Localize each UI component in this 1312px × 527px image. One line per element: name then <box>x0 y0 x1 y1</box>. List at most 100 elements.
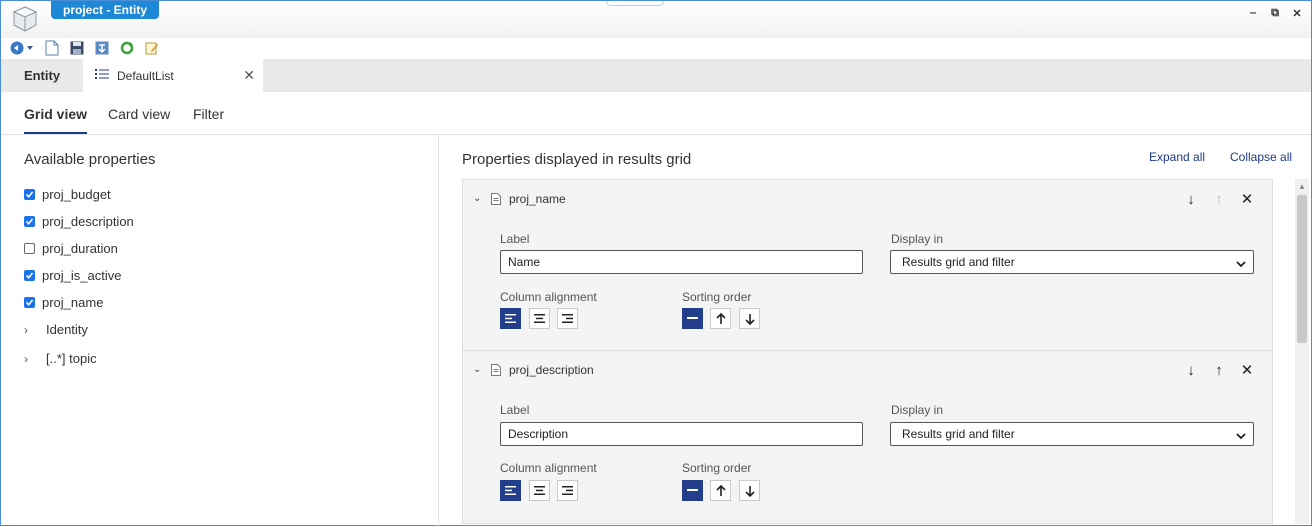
vertical-scrollbar[interactable]: ▲ <box>1295 179 1309 524</box>
property-item[interactable]: proj_name <box>24 293 103 311</box>
property-item[interactable]: proj_duration <box>24 239 118 257</box>
align-left-icon <box>505 486 516 495</box>
save-as-icon[interactable] <box>94 40 110 56</box>
column-alignment-caption: Column alignment <box>500 461 597 475</box>
label-caption: Label <box>500 232 530 246</box>
sort-ascending-button[interactable] <box>710 480 731 501</box>
label-caption: Label <box>500 403 530 417</box>
tree-group-label: Identity <box>46 322 88 337</box>
tab-defaultlist[interactable]: DefaultList ✕ <box>83 59 263 92</box>
move-up-icon[interactable]: ↑ <box>1210 361 1228 379</box>
chevron-right-icon[interactable]: › <box>24 352 46 366</box>
sorting-order-caption: Sorting order <box>682 290 752 304</box>
align-left-button[interactable] <box>500 480 521 501</box>
displayed-properties-title: Properties displayed in results grid <box>462 151 692 168</box>
sort-descending-button[interactable] <box>739 480 760 501</box>
arrow-up-icon <box>715 312 726 324</box>
window-title: project - Entity <box>51 1 160 19</box>
save-icon[interactable] <box>69 40 85 56</box>
align-left-button[interactable] <box>500 308 521 329</box>
display-in-value: Results grid and filter <box>902 255 1015 269</box>
sorting-order-caption: Sorting order <box>682 461 752 475</box>
chevron-down-icon[interactable]: ⌄ <box>473 364 481 375</box>
expand-all-link[interactable]: Expand all <box>1149 150 1205 164</box>
property-item[interactable]: proj_budget <box>24 185 111 203</box>
chevron-down-icon <box>1235 427 1247 449</box>
view-tab-bar: Grid view Card view Filter <box>1 92 1311 135</box>
display-in-caption: Display in <box>891 232 944 246</box>
restore-icon[interactable]: ⧉ <box>1269 7 1281 20</box>
align-center-icon <box>534 314 545 323</box>
document-icon <box>491 193 501 208</box>
sort-descending-button[interactable] <box>739 308 760 329</box>
refresh-icon[interactable] <box>119 40 135 56</box>
back-menu-icon[interactable] <box>9 40 35 56</box>
checkbox-unchecked[interactable] <box>24 242 35 254</box>
chevron-right-icon[interactable]: › <box>24 323 46 337</box>
property-label: proj_name <box>42 294 104 310</box>
align-center-icon <box>534 486 545 495</box>
align-right-button[interactable] <box>557 480 578 501</box>
close-icon[interactable]: ✕ <box>1291 7 1303 20</box>
label-input[interactable]: Name <box>500 250 863 274</box>
sort-none-button[interactable] <box>682 480 703 501</box>
label-input[interactable]: Description <box>500 422 863 446</box>
edit-icon[interactable] <box>144 40 160 56</box>
chevron-down-icon[interactable]: ⌄ <box>473 193 481 204</box>
collapse-all-link[interactable]: Collapse all <box>1230 150 1292 164</box>
available-properties-pane: Available properties proj_budget proj_de… <box>1 135 439 527</box>
display-in-value: Results grid and filter <box>902 427 1015 441</box>
display-in-caption: Display in <box>891 403 944 417</box>
align-left-icon <box>505 314 516 323</box>
sort-none-button[interactable] <box>682 308 703 329</box>
tab-defaultlist-label: DefaultList <box>117 68 174 83</box>
tree-group-label: [..*] topic <box>46 351 97 366</box>
checkbox-checked[interactable] <box>24 215 35 227</box>
column-alignment-caption: Column alignment <box>500 290 597 304</box>
property-card: ⌄ proj_name ↓ ↑ ✕ Label Name Display in … <box>462 179 1273 351</box>
ribbon-toggle-handle[interactable] <box>606 1 664 6</box>
arrow-down-icon <box>744 313 755 325</box>
tab-grid-view[interactable]: Grid view <box>24 106 88 134</box>
close-tab-icon[interactable]: ✕ <box>243 67 255 84</box>
align-center-button[interactable] <box>529 308 550 329</box>
window-controls: ‒ ⧉ ✕ <box>1247 7 1303 20</box>
card-header[interactable]: ⌄ proj_description ↓ ↑ ✕ <box>463 351 1272 389</box>
minus-icon <box>687 489 698 491</box>
tab-card-view[interactable]: Card view <box>108 106 170 122</box>
card-property-name: proj_description <box>509 363 594 377</box>
align-center-button[interactable] <box>529 480 550 501</box>
checkbox-checked[interactable] <box>24 296 35 308</box>
available-properties-title: Available properties <box>24 151 156 168</box>
new-document-icon[interactable] <box>44 40 60 56</box>
move-down-icon[interactable]: ↓ <box>1182 190 1200 208</box>
tree-group-topic[interactable]: › [..*] topic <box>24 351 97 366</box>
remove-icon[interactable]: ✕ <box>1238 190 1256 208</box>
tab-filter[interactable]: Filter <box>193 106 224 122</box>
align-right-button[interactable] <box>557 308 578 329</box>
tree-group-identity[interactable]: › Identity <box>24 322 88 337</box>
arrow-down-icon <box>744 485 755 497</box>
scrollbar-thumb[interactable] <box>1297 195 1307 343</box>
sort-ascending-button[interactable] <box>710 308 731 329</box>
remove-icon[interactable]: ✕ <box>1238 361 1256 379</box>
property-label: proj_budget <box>42 186 111 202</box>
align-right-icon <box>562 486 573 495</box>
align-right-icon <box>562 314 573 323</box>
move-up-icon[interactable]: ↑ <box>1210 190 1228 208</box>
property-item[interactable]: proj_is_active <box>24 266 122 284</box>
tab-entity[interactable]: Entity <box>1 59 83 92</box>
app-window: project - Entity ‒ ⧉ ✕ Entity DefaultLis… <box>0 0 1312 527</box>
display-in-select[interactable]: Results grid and filter <box>890 250 1254 274</box>
checkbox-checked[interactable] <box>24 188 35 200</box>
property-label: proj_description <box>42 213 134 229</box>
checkbox-checked[interactable] <box>24 269 35 281</box>
move-down-icon[interactable]: ↓ <box>1182 361 1200 379</box>
display-in-select[interactable]: Results grid and filter <box>890 422 1254 446</box>
property-item[interactable]: proj_description <box>24 212 134 230</box>
minimize-icon[interactable]: ‒ <box>1247 7 1259 20</box>
property-label: proj_is_active <box>42 267 122 283</box>
document-tab-strip: Entity DefaultList ✕ <box>1 59 1311 92</box>
card-header[interactable]: ⌄ proj_name ↓ ↑ ✕ <box>463 180 1272 218</box>
scroll-up-icon[interactable]: ▲ <box>1298 182 1306 191</box>
